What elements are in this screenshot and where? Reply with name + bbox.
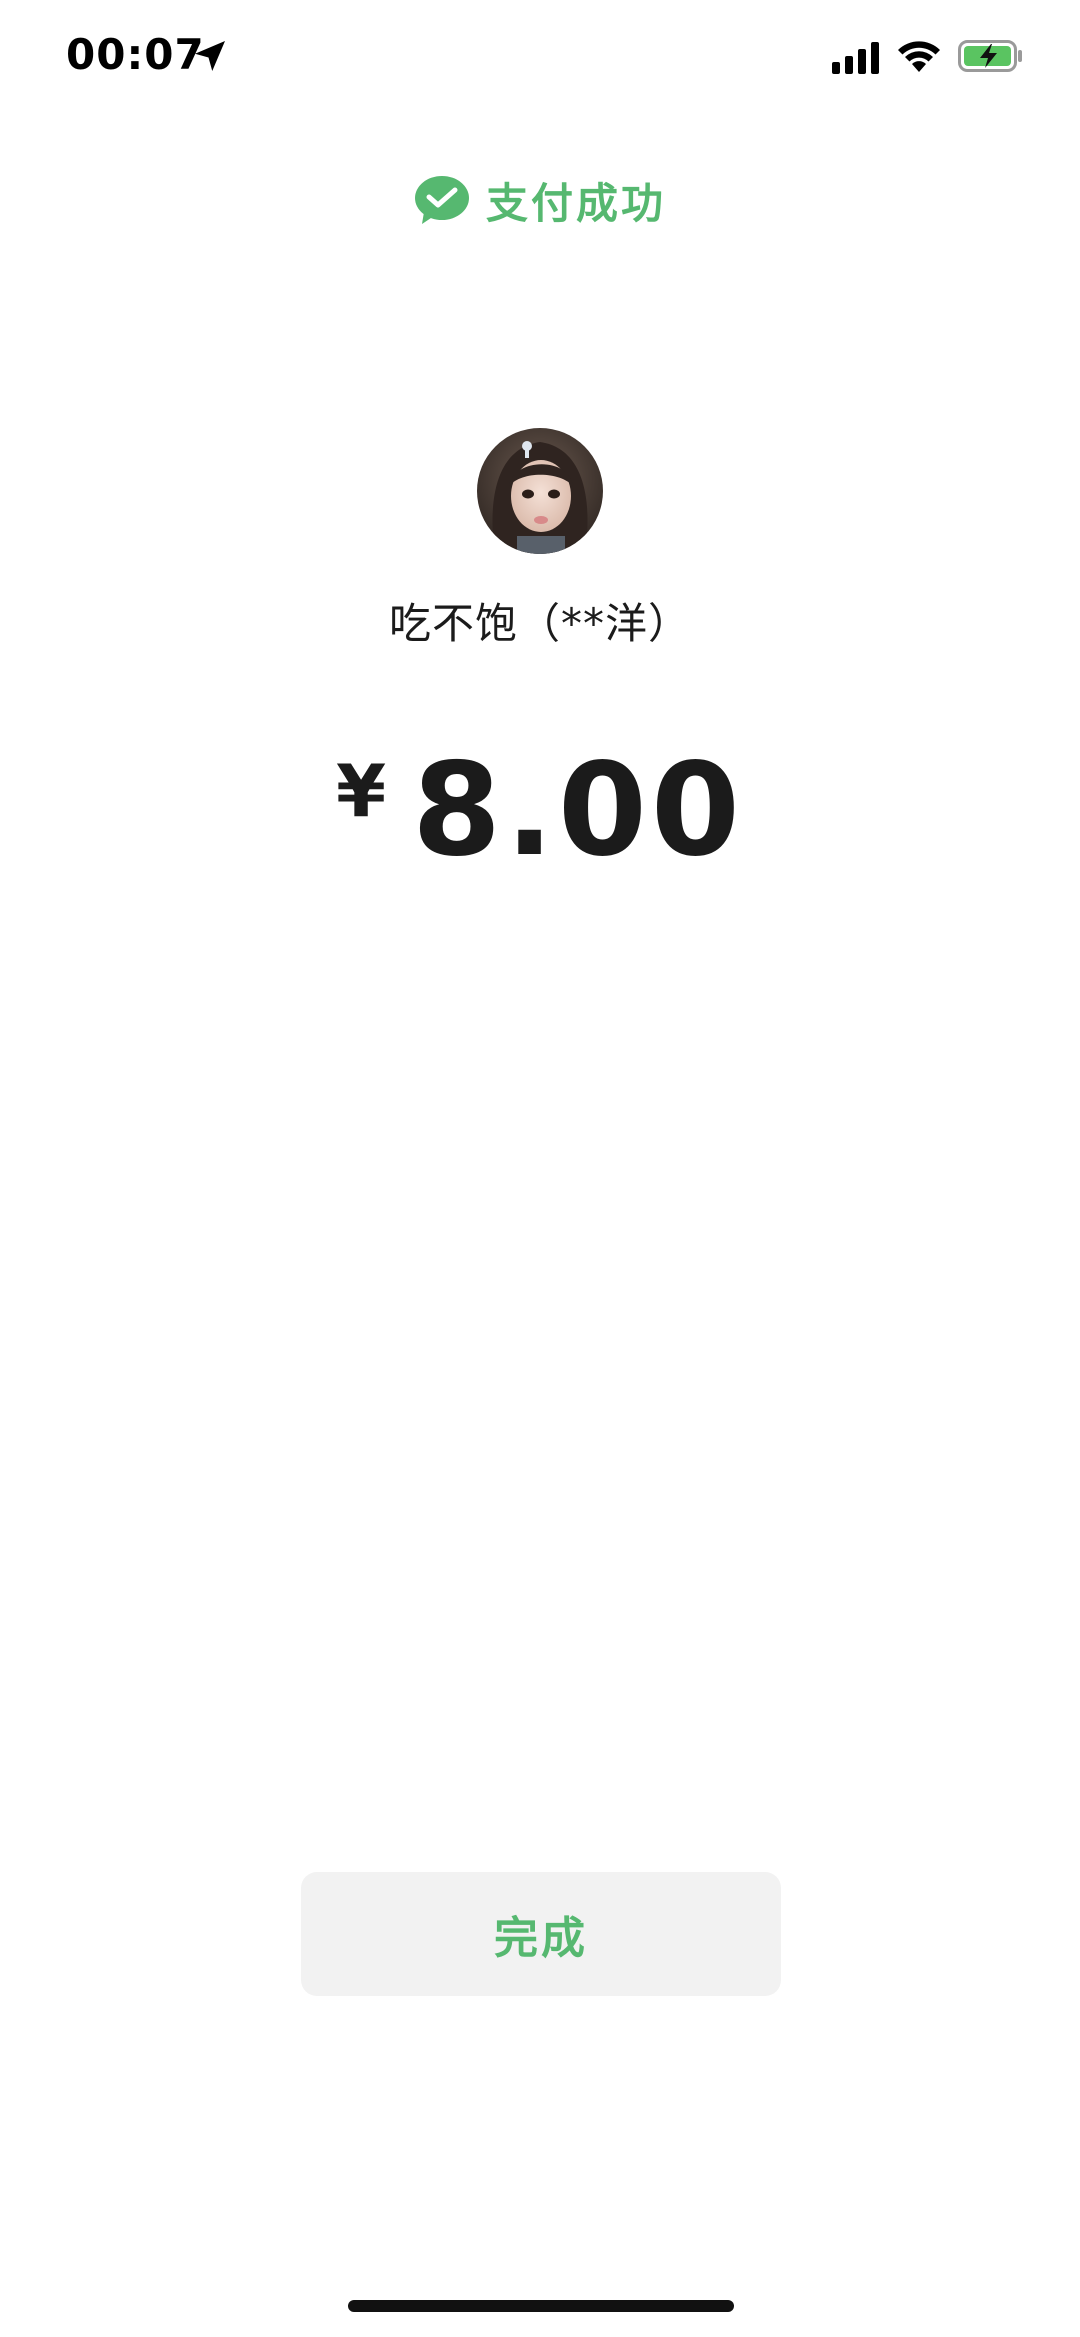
amount-value: 8.00: [412, 736, 744, 885]
wechat-pay-icon: [414, 176, 469, 224]
payment-success-header: 支付成功: [0, 160, 1080, 240]
currency-symbol: ¥: [336, 749, 387, 833]
payment-amount: ¥ 8.00: [0, 735, 1080, 875]
payee-name: 吃不饱（**洋）: [388, 599, 691, 648]
location-arrow-icon: [195, 41, 225, 71]
wifi-icon: [898, 41, 940, 72]
home-indicator[interactable]: [348, 2300, 734, 2312]
cellular-signal-icon: [832, 42, 879, 74]
battery-charging-icon: [958, 40, 1022, 72]
success-title: 支付成功: [485, 178, 666, 228]
status-time: 00:07: [66, 30, 205, 79]
status-bar: 00:07: [0, 0, 1080, 120]
done-button[interactable]: 完成: [301, 1872, 781, 1996]
avatar: [477, 428, 603, 554]
avatar-photo: [477, 428, 603, 554]
